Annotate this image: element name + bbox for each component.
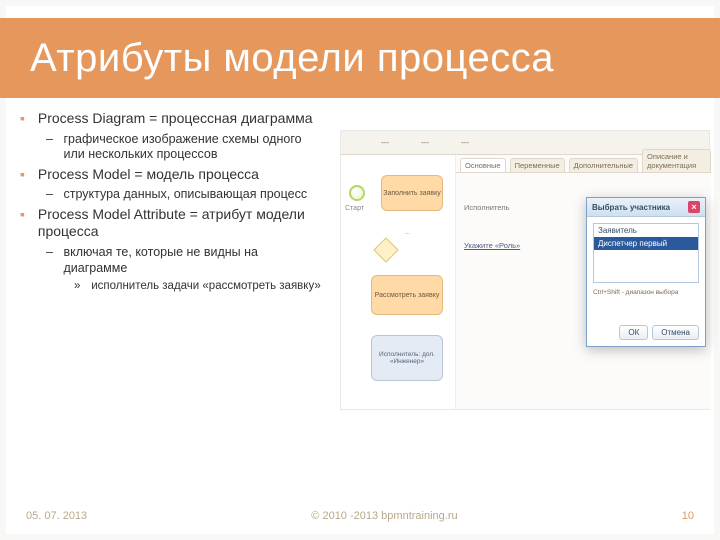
bpmn-gateway-icon xyxy=(373,237,398,262)
raquo-bullet-icon: » xyxy=(74,279,88,293)
square-bullet-icon: ▪ xyxy=(20,206,34,224)
page-number: 10 xyxy=(682,510,694,522)
ok-button[interactable]: ОК xyxy=(619,325,648,340)
ribbon-group: — xyxy=(461,138,469,147)
ribbon-group: — xyxy=(381,138,389,147)
dialog-titlebar: Выбрать участника × xyxy=(587,198,705,217)
bullet-text: исполнитель задачи «рассмотреть заявку» xyxy=(91,279,321,293)
gateway-label: ... xyxy=(405,230,410,236)
cancel-button[interactable]: Отмена xyxy=(652,325,699,340)
square-bullet-icon: ▪ xyxy=(20,110,34,128)
title-band: Атрибуты модели процесса xyxy=(0,18,720,98)
participant-listbox[interactable]: Заявитель Диспетчер первый xyxy=(593,223,699,283)
diagram-canvas: Старт Заполнить заявку ... Рассмотреть з… xyxy=(341,155,456,409)
tab[interactable]: Переменные xyxy=(510,158,565,172)
start-label: Старт xyxy=(345,205,364,212)
embedded-screenshot: — — — Старт Заполнить заявку ... Рассмот… xyxy=(340,130,710,410)
field-value-link[interactable]: Укажите «Роль» xyxy=(464,241,520,250)
dialog-hint: Ctrl+Shift - диапазон выбора xyxy=(593,289,699,296)
bpmn-start-event-icon xyxy=(349,185,365,201)
dash-bullet-icon: – xyxy=(46,132,60,148)
bullet-text: Process Model = модель процесса xyxy=(38,166,318,184)
dialog-title-text: Выбрать участника xyxy=(592,203,670,212)
bullet-text: Process Model Attribute = атрибут модели… xyxy=(38,206,318,241)
bullet-l1: ▪ Process Diagram = процессная диаграмма xyxy=(20,110,330,128)
bullet-l2: – структура данных, описывающая процесс xyxy=(46,187,330,203)
bullet-text: включая те, которые не видны на диаграмм… xyxy=(63,245,323,276)
bullet-l2: – графическое изображение схемы одного и… xyxy=(46,132,330,163)
list-item-selected[interactable]: Диспетчер первый xyxy=(594,237,698,250)
properties-pane: Основные Переменные Дополнительные Описа… xyxy=(456,155,711,409)
tab[interactable]: Описание и документация xyxy=(642,149,711,172)
dash-bullet-icon: – xyxy=(46,245,60,261)
select-participant-dialog: Выбрать участника × Заявитель Диспетчер … xyxy=(586,197,706,347)
bullet-l2: – включая те, которые не видны на диагра… xyxy=(46,245,330,276)
bullet-l1: ▪ Process Model Attribute = атрибут моде… xyxy=(20,206,330,241)
property-tabs: Основные Переменные Дополнительные Описа… xyxy=(456,155,711,173)
close-icon[interactable]: × xyxy=(688,201,700,213)
list-item[interactable]: Заявитель xyxy=(594,224,698,237)
tab[interactable]: Основные xyxy=(460,158,506,172)
square-bullet-icon: ▪ xyxy=(20,166,34,184)
dash-bullet-icon: – xyxy=(46,187,60,203)
ribbon-group: — xyxy=(421,138,429,147)
bullet-text: Process Diagram = процессная диаграмма xyxy=(38,110,318,128)
bpmn-task: Заполнить заявку xyxy=(381,175,443,211)
tab[interactable]: Дополнительные xyxy=(569,158,638,172)
bullet-text: структура данных, описывающая процесс xyxy=(63,187,323,203)
slide-footer: 05. 07. 2013 © 2010 -2013 bpmntraining.r… xyxy=(0,510,720,522)
bpmn-task: Рассмотреть заявку xyxy=(371,275,443,315)
bullet-text: графическое изображение схемы одного или… xyxy=(63,132,323,163)
slide-title: Атрибуты модели процесса xyxy=(30,36,554,81)
footer-date: 05. 07. 2013 xyxy=(26,510,87,522)
bullet-l3: » исполнитель задачи «рассмотреть заявку… xyxy=(74,279,330,293)
bullet-list: ▪ Process Diagram = процессная диаграмма… xyxy=(20,110,330,296)
bullet-l1: ▪ Process Model = модель процесса xyxy=(20,166,330,184)
bpmn-task-performer: Исполнитель: дол. «Инженер» xyxy=(371,335,443,381)
field-label: Исполнитель xyxy=(464,203,509,212)
footer-copyright: © 2010 -2013 bpmntraining.ru xyxy=(311,510,457,522)
